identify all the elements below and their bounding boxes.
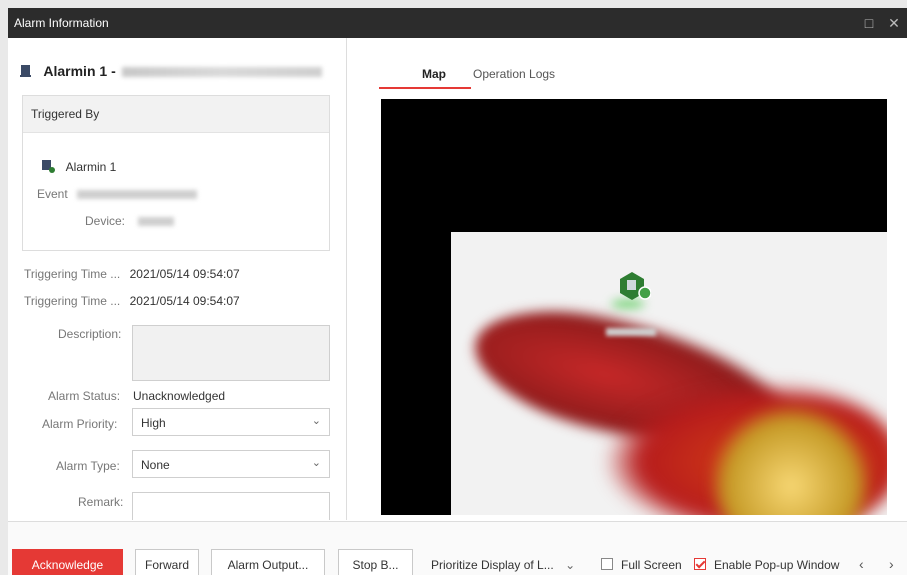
alarm-information-window: Alarm Information □ ✕ Alarmin 1 - Trigge… xyxy=(8,8,907,575)
map-view[interactable] xyxy=(381,99,887,515)
alarm-type-value: None xyxy=(141,458,170,472)
chevron-down-icon: ⌄ xyxy=(311,415,321,427)
full-screen-checkbox[interactable] xyxy=(601,558,613,570)
enable-popup-label: Enable Pop-up Window xyxy=(714,558,840,572)
alarm-details-panel: Alarmin 1 - Triggered By Alarmin 1 Event… xyxy=(8,38,347,520)
alarm-status-value: Unacknowledged xyxy=(133,389,226,403)
description-field[interactable] xyxy=(132,325,330,381)
alarm-name-redacted xyxy=(121,67,322,78)
map-image xyxy=(451,232,887,515)
trigger-source: Alarmin 1 xyxy=(41,159,116,174)
device-row: Device: xyxy=(85,214,175,228)
event-label: Event xyxy=(37,187,68,201)
triggered-by-header: Triggered By xyxy=(23,96,329,133)
alarm-header: Alarmin 1 - xyxy=(20,63,322,79)
alarm-type-label: Alarm Type: xyxy=(56,459,120,473)
tab-map[interactable]: Map xyxy=(422,67,446,81)
map-panel: Map Operation Logs xyxy=(348,38,907,520)
triggered-by-label: Triggered By xyxy=(31,107,100,121)
triggering-time-2-row: Triggering Time ... 2021/05/14 09:54:07 xyxy=(24,294,240,308)
prioritize-display-dropdown[interactable]: Prioritize Display of L... ⌄ xyxy=(431,558,575,572)
tab-operation-logs[interactable]: Operation Logs xyxy=(473,67,555,81)
active-tab-indicator xyxy=(379,87,471,89)
close-icon[interactable]: ✕ xyxy=(884,13,904,33)
description-label: Description: xyxy=(58,327,122,341)
chevron-left-icon[interactable]: ‹ xyxy=(859,556,864,572)
acknowledge-button[interactable]: Acknowledge xyxy=(12,549,123,575)
triggering-time-1-value: 2021/05/14 09:54:07 xyxy=(129,267,240,281)
triggering-time-2-value: 2021/05/14 09:54:07 xyxy=(129,294,240,308)
alarm-name: Alarmin 1 - xyxy=(43,63,116,79)
triggering-time-1-label: Triggering Time ... xyxy=(24,267,121,281)
window-title: Alarm Information xyxy=(14,16,109,30)
marker-label-redacted xyxy=(606,328,656,336)
alarm-status-label: Alarm Status: xyxy=(48,389,121,403)
alarm-output-button[interactable]: Alarm Output... xyxy=(211,549,325,575)
map-art-gold xyxy=(711,402,871,515)
device-value-redacted xyxy=(138,217,175,227)
map-alarm-marker-icon[interactable] xyxy=(617,270,651,304)
forward-button[interactable]: Forward xyxy=(135,549,199,575)
stop-button[interactable]: Stop B... xyxy=(338,549,413,575)
chevron-down-icon: ⌄ xyxy=(565,558,576,572)
alarm-type-select[interactable]: None ⌄ xyxy=(132,450,330,478)
trigger-source-name: Alarmin 1 xyxy=(65,160,117,174)
triggering-time-2-label: Triggering Time ... xyxy=(24,294,121,308)
alarm-priority-label: Alarm Priority: xyxy=(42,417,118,431)
device-label: Device: xyxy=(85,214,126,228)
full-screen-label: Full Screen xyxy=(621,558,682,572)
enable-popup-checkbox[interactable] xyxy=(694,558,706,570)
maximize-icon[interactable]: □ xyxy=(859,13,879,33)
alarm-input-icon xyxy=(20,65,31,77)
chevron-down-icon: ⌄ xyxy=(311,457,321,469)
alarm-priority-select[interactable]: High ⌄ xyxy=(132,408,330,436)
title-bar: Alarm Information □ ✕ xyxy=(8,8,907,38)
event-row: Event xyxy=(37,187,198,201)
prioritize-display-label: Prioritize Display of L... xyxy=(431,558,554,572)
action-bar: Acknowledge Forward Alarm Output... Stop… xyxy=(8,521,907,575)
remark-field[interactable] xyxy=(132,492,330,520)
remark-label: Remark: xyxy=(78,495,124,509)
triggering-time-1-row: Triggering Time ... 2021/05/14 09:54:07 xyxy=(24,267,240,281)
event-value-redacted xyxy=(77,190,198,200)
alarm-input-icon xyxy=(42,160,55,173)
alarm-priority-value: High xyxy=(141,416,166,430)
triggered-by-box: Triggered By Alarmin 1 Event Device: xyxy=(22,95,330,251)
chevron-right-icon[interactable]: › xyxy=(889,556,894,572)
